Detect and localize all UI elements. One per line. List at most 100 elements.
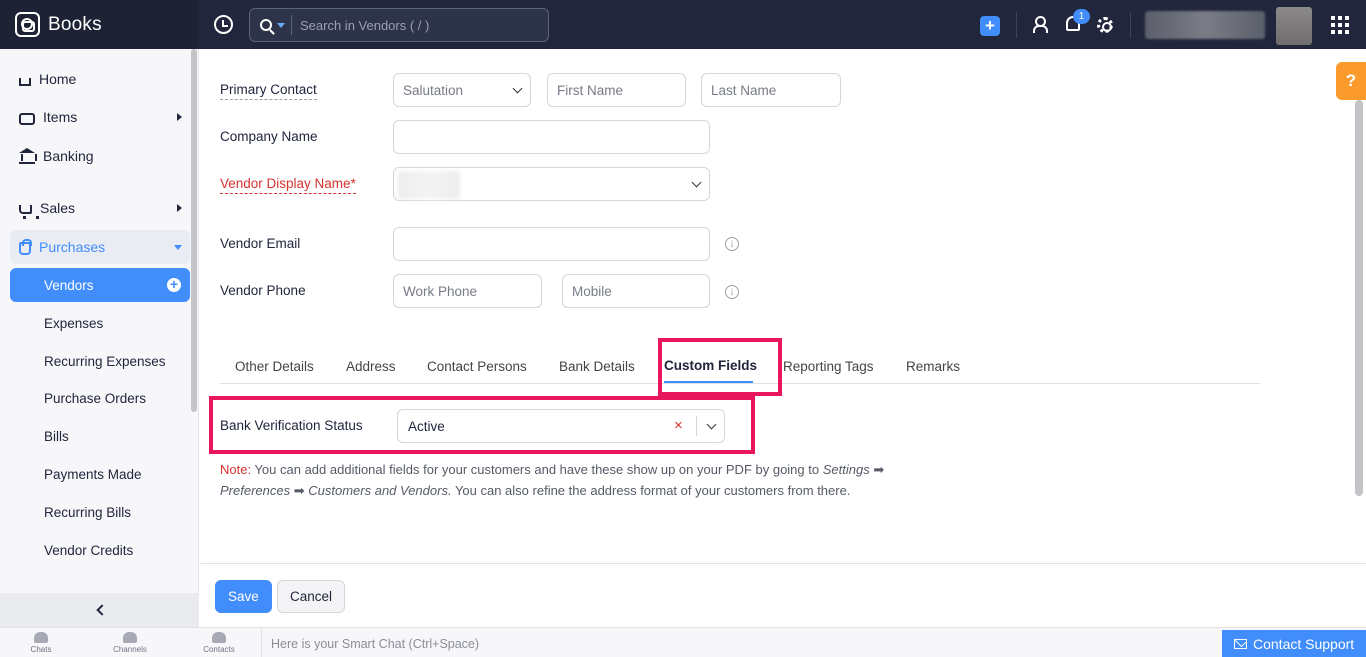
sidebar-item-label: Recurring Expenses [44,353,166,369]
sidebar-item-label: Vendor Credits [44,542,134,558]
highlight-box [658,338,782,396]
sidebar-item-items[interactable]: Items [10,100,190,134]
search-bar[interactable] [249,8,549,42]
chat-bubble-icon [34,632,48,643]
sidebar-item-purchases[interactable]: Purchases [10,230,190,264]
expand-arrow-icon [177,113,182,121]
vendor-email-input[interactable] [393,227,710,261]
sidebar-item-recurring-expenses[interactable]: Recurring Expenses [10,344,190,378]
bank-icon [19,148,37,164]
collapse-sidebar-button[interactable] [0,593,199,627]
books-logo-icon [15,12,40,37]
note-text: You can add additional fields for your c… [251,462,823,477]
search-divider [291,15,292,35]
sidebar-item-purchase-orders[interactable]: Purchase Orders [10,381,190,415]
expand-arrow-icon [177,204,182,212]
help-question-icon[interactable]: ? [1336,62,1366,100]
sidebar-item-label: Purchases [39,239,106,255]
info-icon[interactable]: i [725,285,739,299]
sidebar-item-label: Payments Made [44,466,142,482]
channels-button[interactable]: Channels [100,632,160,654]
mail-icon [1234,639,1247,649]
search-icon[interactable] [260,19,272,31]
quick-create-plus-icon[interactable]: + [980,16,1000,36]
chats-label: Chats [30,645,52,654]
sidebar-item-label: Sales [40,200,76,216]
sidebar-scrollbar[interactable] [191,49,197,412]
contact-support-button[interactable]: Contact Support [1222,630,1366,657]
refer-users-icon[interactable] [1033,16,1049,33]
sidebar-item-label: Purchase Orders [44,390,147,406]
header-divider [1016,12,1017,38]
chevron-left-icon [95,604,108,616]
tab-contact-persons[interactable]: Contact Persons [427,359,527,374]
work-phone-input[interactable] [393,274,542,308]
chats-button[interactable]: Chats [11,632,71,654]
sidebar-item-vendor-credits[interactable]: Vendor Credits [10,533,190,567]
arrow-right-icon: ➡ [873,462,885,477]
top-bar: Books + 1 [0,0,1366,49]
display-name-redacted [398,171,460,199]
last-name-input[interactable] [701,73,841,107]
primary-contact-label: Primary Contact [220,82,317,100]
contacts-button[interactable]: Contacts [189,632,249,654]
sidebar-item-label: Bills [44,428,69,444]
sidebar-item-bills[interactable]: Bills [10,419,190,453]
main-scrollbar[interactable] [1355,100,1363,496]
app-name: Books [48,13,102,35]
app-launcher-grid-icon[interactable] [1331,16,1349,34]
recent-history-icon[interactable] [214,15,233,34]
chevron-down-icon [691,177,702,188]
header-divider [1130,12,1131,38]
mobile-input[interactable] [562,274,710,308]
search-input[interactable] [300,17,548,33]
sidebar-item-sales[interactable]: Sales [10,191,190,225]
note-path-customers-vendors: Customers and Vendors. [308,483,452,498]
shopping-bag-icon [19,112,35,125]
contact-person-icon [212,632,226,643]
sidebar-item-label: Home [39,71,77,87]
sidebar-item-label: Items [43,109,78,125]
tab-remarks[interactable]: Remarks [906,359,960,374]
sidebar-item-label: Expenses [44,315,104,331]
sidebar-item-vendors[interactable]: Vendors + [10,268,190,302]
settings-gear-icon[interactable] [1097,17,1113,33]
company-name-label: Company Name [220,129,318,144]
arrow-right-icon: ➡ [293,483,305,498]
cancel-button[interactable]: Cancel [277,580,346,613]
sidebar-item-label: Vendors [44,277,94,293]
smart-chat-input[interactable]: Here is your Smart Chat (Ctrl+Space) [271,637,479,651]
sidebar-item-home[interactable]: Home [10,62,190,96]
sidebar-item-payments-made[interactable]: Payments Made [10,457,190,491]
brand[interactable]: Books [0,0,199,49]
shopping-cart-icon [19,204,39,219]
save-button[interactable]: Save [215,580,272,613]
sidebar-item-banking[interactable]: Banking [10,139,190,173]
tab-bank-details[interactable]: Bank Details [559,359,635,374]
notification-count-badge: 1 [1073,9,1090,24]
salutation-select[interactable]: Salutation [393,73,531,107]
sidebar-item-expenses[interactable]: Expenses [10,306,190,340]
tab-reporting-tags[interactable]: Reporting Tags [783,359,874,374]
company-name-input[interactable] [393,120,710,154]
sidebar-item-recurring-bills[interactable]: Recurring Bills [10,495,190,529]
info-icon[interactable]: i [725,237,739,251]
first-name-input[interactable] [547,73,686,107]
organization-name-redacted[interactable] [1145,11,1265,39]
highlight-box [209,396,755,454]
contact-support-label: Contact Support [1253,636,1355,652]
vendor-phone-label: Vendor Phone [220,283,306,298]
user-avatar[interactable] [1276,7,1312,45]
vendor-display-name-label: Vendor Display Name* [220,176,356,194]
chevron-down-icon [512,83,523,94]
channels-label: Channels [113,645,147,654]
note-text: You can also refine the address format o… [451,483,851,498]
bottom-bar-divider [261,628,262,657]
note-label: Note: [220,462,252,477]
purchase-bag-icon [19,239,32,255]
salutation-placeholder: Salutation [403,82,464,98]
tab-address[interactable]: Address [346,359,396,374]
tab-other-details[interactable]: Other Details [235,359,314,374]
search-filter-caret-icon[interactable] [277,22,285,28]
add-vendor-plus-icon[interactable]: + [167,277,181,292]
